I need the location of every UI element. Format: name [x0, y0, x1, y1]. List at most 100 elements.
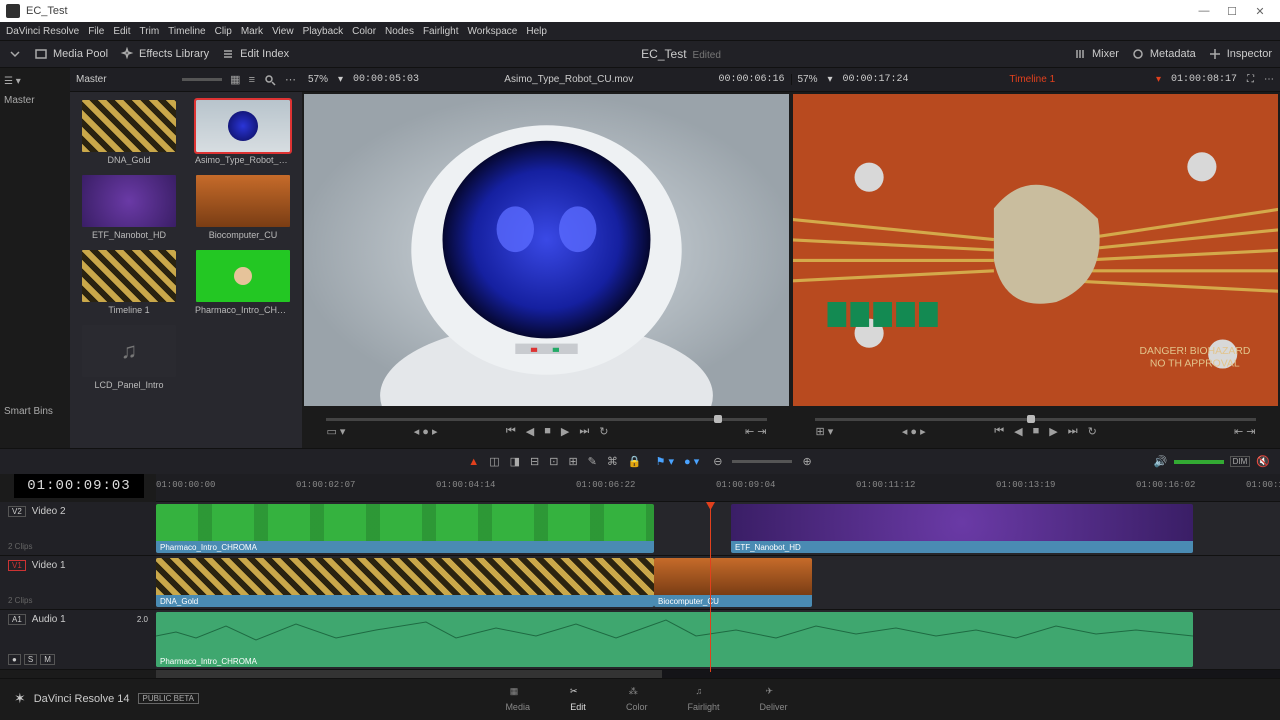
grid-view-button[interactable]: ▦ [230, 73, 240, 86]
stop-button[interactable]: ■ [544, 425, 551, 438]
tl-play-button[interactable]: ▶ [1049, 425, 1057, 438]
clip-dna-gold[interactable]: DNA_Gold [78, 100, 180, 165]
clip-nanobot-v2[interactable]: ETF_Nanobot_HD [731, 504, 1193, 553]
blade-tool-button[interactable]: ◨ [510, 455, 520, 468]
clip-pharmaco-v2[interactable]: Pharmaco_Intro_CHROMA [156, 504, 654, 553]
page-deliver[interactable]: ✈Deliver [759, 686, 787, 712]
zoom-in-button[interactable]: ⊕ [802, 455, 811, 468]
mute-track-button[interactable]: M [40, 654, 55, 665]
thumb-size-slider[interactable] [182, 78, 222, 81]
edit-index-button[interactable]: Edit Index [221, 47, 289, 61]
page-color[interactable]: ⁂Color [626, 686, 648, 712]
timeline-mode-button[interactable]: ⊞ ▾ [815, 425, 833, 438]
panel-toggle-button[interactable] [8, 47, 22, 61]
menu-file[interactable]: File [88, 26, 104, 37]
trim-tool-button[interactable]: ◫ [489, 455, 499, 468]
menu-help[interactable]: Help [526, 26, 547, 37]
current-timecode[interactable]: 01:00:09:03 [14, 474, 144, 498]
tl-goto-end-button[interactable]: ⏭ [1068, 425, 1078, 438]
replace-button[interactable]: ⊞ [568, 455, 577, 468]
zoom-slider[interactable] [732, 460, 792, 463]
clip-pharmaco[interactable]: Pharmaco_Intro_CHROMA [192, 250, 294, 315]
source-scrubber[interactable] [326, 418, 766, 421]
tl-step-back-button[interactable]: ◀ [1014, 425, 1022, 438]
master-bin[interactable]: Master [4, 95, 66, 106]
track-v1-header[interactable]: V1Video 1 2 Clips [0, 556, 156, 609]
clip-lcd-panel[interactable]: ♫LCD_Panel_Intro [78, 325, 180, 390]
page-media[interactable]: ▦Media [505, 686, 530, 712]
timeline-ruler[interactable]: 01:00:00:00 01:00:02:07 01:00:04:14 01:0… [156, 474, 1280, 502]
solo-button[interactable]: S [24, 654, 37, 665]
search-button[interactable] [263, 73, 277, 87]
clip-audio-a1[interactable]: Pharmaco_Intro_CHROMA [156, 612, 1193, 667]
menu-workspace[interactable]: Workspace [468, 26, 518, 37]
window-close-button[interactable]: ✕ [1246, 5, 1274, 18]
tl-mark-out-button[interactable]: ⇥ [1246, 426, 1255, 438]
options-button[interactable]: ⋯ [285, 73, 296, 86]
viewer-options-button[interactable]: ⋯ [1264, 74, 1274, 85]
menu-trim[interactable]: Trim [140, 26, 160, 37]
effects-library-button[interactable]: Effects Library [120, 47, 209, 61]
step-back-button[interactable]: ◀ [526, 425, 534, 438]
timeline-match-button[interactable]: ◂ ● ▸ [902, 425, 926, 438]
timeline-scrubber[interactable] [815, 418, 1255, 421]
lock-button[interactable]: 🔒 [628, 455, 642, 468]
source-mode-button[interactable]: ▭ ▾ [326, 425, 345, 438]
timeline-scrollbar[interactable] [156, 670, 1280, 678]
record-arm-button[interactable]: ● [8, 654, 21, 665]
menu-timeline[interactable]: Timeline [168, 26, 205, 37]
clip-asimo[interactable]: Asimo_Type_Robot_CU [192, 100, 294, 165]
clip-nanobot[interactable]: ETF_Nanobot_HD [78, 175, 180, 240]
link-button[interactable]: ⌘ [607, 455, 618, 468]
list-view-button[interactable]: ≡ [249, 74, 255, 86]
selection-tool-button[interactable]: ▲ [468, 456, 479, 468]
page-edit[interactable]: ✂Edit [570, 686, 586, 712]
track-a1-header[interactable]: A1Audio 12.0 ● S M [0, 610, 156, 669]
timeline-title[interactable]: Timeline 1 [919, 74, 1146, 85]
play-button[interactable]: ▶ [561, 425, 569, 438]
menu-color[interactable]: Color [352, 26, 376, 37]
goto-end-button[interactable]: ⏭ [579, 425, 589, 438]
zoom-out-button[interactable]: ⊖ [713, 455, 722, 468]
viewer-expand-button[interactable]: ⛶ [1247, 74, 1254, 85]
overwrite-button[interactable]: ⊡ [549, 455, 558, 468]
page-fairlight[interactable]: ♫Fairlight [687, 686, 719, 712]
match-frame-button[interactable]: ◂ ● ▸ [414, 425, 438, 438]
razor-button[interactable]: ✎ [588, 455, 597, 468]
mute-button[interactable]: 🔇 [1256, 455, 1270, 468]
loop-button[interactable]: ↻ [599, 425, 608, 438]
timeline-viewer[interactable]: DANGER! BIOHAZARD NO TH APPROVAL [793, 94, 1278, 406]
clip-dna-v1[interactable]: DNA_Gold [156, 558, 654, 607]
dim-button[interactable]: DIM [1230, 456, 1251, 467]
layout-toggle-button[interactable]: ☰ ▾ [4, 76, 66, 87]
menu-fairlight[interactable]: Fairlight [423, 26, 459, 37]
clip-biocomputer-v1[interactable]: Biocomputer_CU [654, 558, 812, 607]
clip-timeline1[interactable]: Timeline 1 [78, 250, 180, 315]
menu-davinci[interactable]: DaVinci Resolve [6, 26, 79, 37]
marker-button[interactable]: ● ▾ [684, 455, 699, 468]
source-viewer[interactable] [304, 94, 789, 406]
tl-stop-button[interactable]: ■ [1033, 425, 1040, 438]
menu-nodes[interactable]: Nodes [385, 26, 414, 37]
tl-loop-button[interactable]: ↻ [1088, 425, 1097, 438]
menu-mark[interactable]: Mark [241, 26, 263, 37]
timeline-zoom[interactable]: 57% [798, 74, 818, 85]
menu-view[interactable]: View [272, 26, 294, 37]
flag-button[interactable]: ⚑ ▾ [656, 455, 674, 468]
clip-biocomputer[interactable]: Biocomputer_CU [192, 175, 294, 240]
window-maximize-button[interactable]: ☐ [1218, 5, 1246, 18]
tl-mark-in-button[interactable]: ⇤ [1234, 426, 1243, 438]
mark-in-button[interactable]: ⇤ [745, 426, 754, 438]
menu-clip[interactable]: Clip [215, 26, 232, 37]
menu-playback[interactable]: Playback [303, 26, 344, 37]
menu-edit[interactable]: Edit [113, 26, 130, 37]
metadata-button[interactable]: Metadata [1131, 47, 1196, 61]
volume-slider[interactable] [1174, 460, 1224, 464]
media-pool-button[interactable]: Media Pool [34, 47, 108, 61]
inspector-button[interactable]: Inspector [1208, 47, 1272, 61]
window-minimize-button[interactable]: — [1190, 5, 1218, 17]
tl-goto-start-button[interactable]: ⏮ [994, 425, 1004, 438]
source-zoom[interactable]: 57% [308, 74, 328, 85]
mark-out-button[interactable]: ⇥ [757, 426, 766, 438]
smart-bins-label[interactable]: Smart Bins [4, 406, 66, 417]
